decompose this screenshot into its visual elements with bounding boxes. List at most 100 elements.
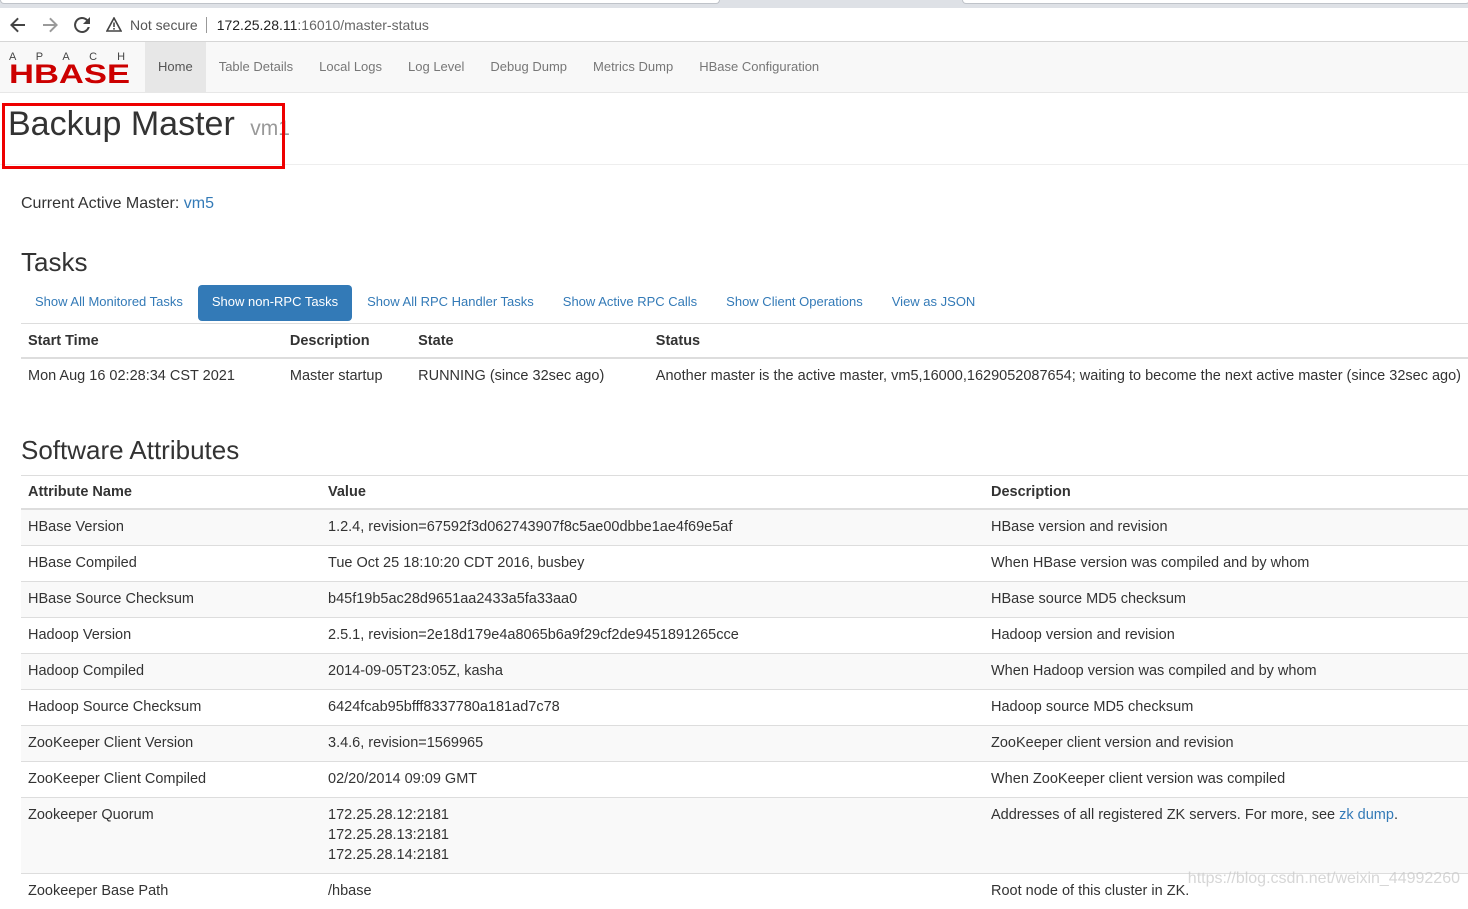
browser-tab[interactable]	[0, 0, 720, 4]
table-cell: 02/20/2014 09:09 GMT	[321, 762, 984, 798]
table-cell: 6424fcab95bfff8337780a181ad7c78	[321, 690, 984, 726]
table-cell: HBase Compiled	[21, 546, 321, 582]
column-header: State	[411, 324, 649, 359]
main-content: Backup Master vm1 Current Active Master:…	[0, 93, 1468, 909]
page-header: Backup Master vm1	[0, 93, 1468, 165]
table-cell: 2014-09-05T23:05Z, kasha	[321, 654, 984, 690]
table-cell: b45f19b5ac28d9651aa2433a5fa33aa0	[321, 582, 984, 618]
nav-local-logs[interactable]: Local Logs	[306, 42, 395, 92]
column-header: Value	[321, 476, 984, 510]
table-cell: When ZooKeeper client version was compil…	[984, 762, 1468, 798]
table-cell: Master startup	[283, 358, 411, 398]
reload-icon	[73, 16, 91, 34]
table-cell: ZooKeeper Client Compiled	[21, 762, 321, 798]
active-master-label: Current Active Master:	[21, 195, 179, 212]
quorum-server: 172.25.28.13:2181	[328, 825, 977, 845]
nav-debug-dump[interactable]: Debug Dump	[477, 42, 580, 92]
tab-all-monitored-tasks[interactable]: Show All Monitored Tasks	[21, 285, 197, 321]
nav-metrics-dump[interactable]: Metrics Dump	[580, 42, 686, 92]
table-cell: Zookeeper Quorum	[21, 798, 321, 874]
back-button[interactable]	[2, 11, 34, 39]
tab-view-as-json[interactable]: View as JSON	[878, 285, 990, 321]
arrow-left-icon	[9, 16, 27, 34]
active-master-line: Current Active Master: vm5	[21, 195, 1468, 213]
table-row-zookeeper-quorum: Zookeeper Quorum 172.25.28.12:2181 172.2…	[21, 798, 1468, 874]
column-header: Status	[649, 324, 1468, 359]
tab-non-rpc-tasks[interactable]: Show non-RPC Tasks	[198, 285, 352, 321]
table-cell: Zookeeper Base Path	[21, 874, 321, 909]
table-cell: When Hadoop version was compiled and by …	[984, 654, 1468, 690]
hbase-navbar: A P A C H E HBASE Home Table Details Loc…	[0, 42, 1468, 93]
table-row: Hadoop Source Checksum6424fcab95bfff8337…	[21, 690, 1468, 726]
table-cell: ZooKeeper Client Version	[21, 726, 321, 762]
table-cell: RUNNING (since 32sec ago)	[411, 358, 649, 398]
active-master-link[interactable]: vm5	[184, 195, 214, 212]
reload-button[interactable]	[66, 11, 98, 39]
table-row: HBase CompiledTue Oct 25 18:10:20 CDT 20…	[21, 546, 1468, 582]
browser-tabstrip	[0, 0, 1468, 8]
table-header-row: Attribute Name Value Description	[21, 476, 1468, 510]
table-cell: HBase version and revision	[984, 509, 1468, 546]
software-attributes-table: Attribute Name Value Description HBase V…	[21, 475, 1468, 909]
table-row: HBase Source Checksumb45f19b5ac28d9651aa…	[21, 582, 1468, 618]
tasks-title: Tasks	[21, 247, 1468, 278]
zk-dump-link[interactable]: zk dump	[1339, 807, 1394, 823]
table-cell: When HBase version was compiled and by w…	[984, 546, 1468, 582]
url-host: 172.25.28.11	[217, 17, 298, 33]
page-title: Backup Master vm1	[8, 103, 1468, 150]
table-header-row: Start Time Description State Status	[21, 324, 1468, 359]
table-row: ZooKeeper Client Version3.4.6, revision=…	[21, 726, 1468, 762]
software-attributes-title: Software Attributes	[21, 435, 1468, 466]
nav-home[interactable]: Home	[145, 42, 206, 92]
table-cell: Hadoop Source Checksum	[21, 690, 321, 726]
table-row: Mon Aug 16 02:28:34 CST 2021 Master star…	[21, 358, 1468, 398]
table-cell: Hadoop Compiled	[21, 654, 321, 690]
browser-tab[interactable]	[962, 0, 1468, 4]
address-bar[interactable]: Not secure 172.25.28.11:16010/master-sta…	[106, 11, 1468, 39]
nav-log-level[interactable]: Log Level	[395, 42, 477, 92]
table-row: ZooKeeper Client Compiled02/20/2014 09:0…	[21, 762, 1468, 798]
watermark: https://blog.csdn.net/weixin_44992260	[1188, 870, 1460, 888]
quorum-server: 172.25.28.12:2181	[328, 805, 977, 825]
column-header: Start Time	[21, 324, 283, 359]
table-cell: HBase source MD5 checksum	[984, 582, 1468, 618]
table-cell: 1.2.4, revision=67592f3d062743907f8c5ae0…	[321, 509, 984, 546]
hbase-logo[interactable]: A P A C H E HBASE	[9, 50, 131, 84]
tab-active-rpc-calls[interactable]: Show Active RPC Calls	[549, 285, 711, 321]
table-cell: Hadoop source MD5 checksum	[984, 690, 1468, 726]
table-cell: Addresses of all registered ZK servers. …	[984, 798, 1468, 874]
logo-hbase-text: HBASE	[9, 59, 130, 84]
table-cell: 2.5.1, revision=2e18d179e4a8065b6a9f29cf…	[321, 618, 984, 654]
column-header: Attribute Name	[21, 476, 321, 510]
quorum-desc-suffix: .	[1394, 807, 1398, 823]
nav-hbase-configuration[interactable]: HBase Configuration	[686, 42, 832, 92]
tab-client-operations[interactable]: Show Client Operations	[712, 285, 877, 321]
security-label[interactable]: Not secure	[130, 17, 198, 33]
warning-icon	[106, 17, 122, 33]
page-subtitle: vm1	[250, 117, 290, 140]
table-cell: 3.4.6, revision=1569965	[321, 726, 984, 762]
table-cell: HBase Source Checksum	[21, 582, 321, 618]
tasks-table: Start Time Description State Status Mon …	[21, 323, 1468, 398]
table-cell: HBase Version	[21, 509, 321, 546]
table-row: Hadoop Version2.5.1, revision=2e18d179e4…	[21, 618, 1468, 654]
quorum-desc-text: Addresses of all registered ZK servers. …	[991, 807, 1335, 823]
table-cell: Mon Aug 16 02:28:34 CST 2021	[21, 358, 283, 398]
nav-table-details[interactable]: Table Details	[206, 42, 306, 92]
url-path: :16010/master-status	[297, 17, 429, 33]
tab-all-rpc-handler-tasks[interactable]: Show All RPC Handler Tasks	[353, 285, 548, 321]
browser-toolbar: Not secure 172.25.28.11:16010/master-sta…	[0, 8, 1468, 42]
tasks-tabs: Show All Monitored Tasks Show non-RPC Ta…	[21, 285, 1468, 321]
table-cell: Hadoop version and revision	[984, 618, 1468, 654]
table-cell: Another master is the active master, vm5…	[649, 358, 1468, 398]
table-cell: Tue Oct 25 18:10:20 CDT 2016, busbey	[321, 546, 984, 582]
omnibox-separator	[206, 17, 207, 33]
forward-button[interactable]	[34, 11, 66, 39]
column-header: Description	[283, 324, 411, 359]
quorum-values: 172.25.28.12:2181 172.25.28.13:2181 172.…	[321, 798, 984, 874]
arrow-right-icon	[41, 16, 59, 34]
table-cell: /hbase	[321, 874, 984, 909]
table-row: HBase Version1.2.4, revision=67592f3d062…	[21, 509, 1468, 546]
column-header: Description	[984, 476, 1468, 510]
table-cell: ZooKeeper client version and revision	[984, 726, 1468, 762]
